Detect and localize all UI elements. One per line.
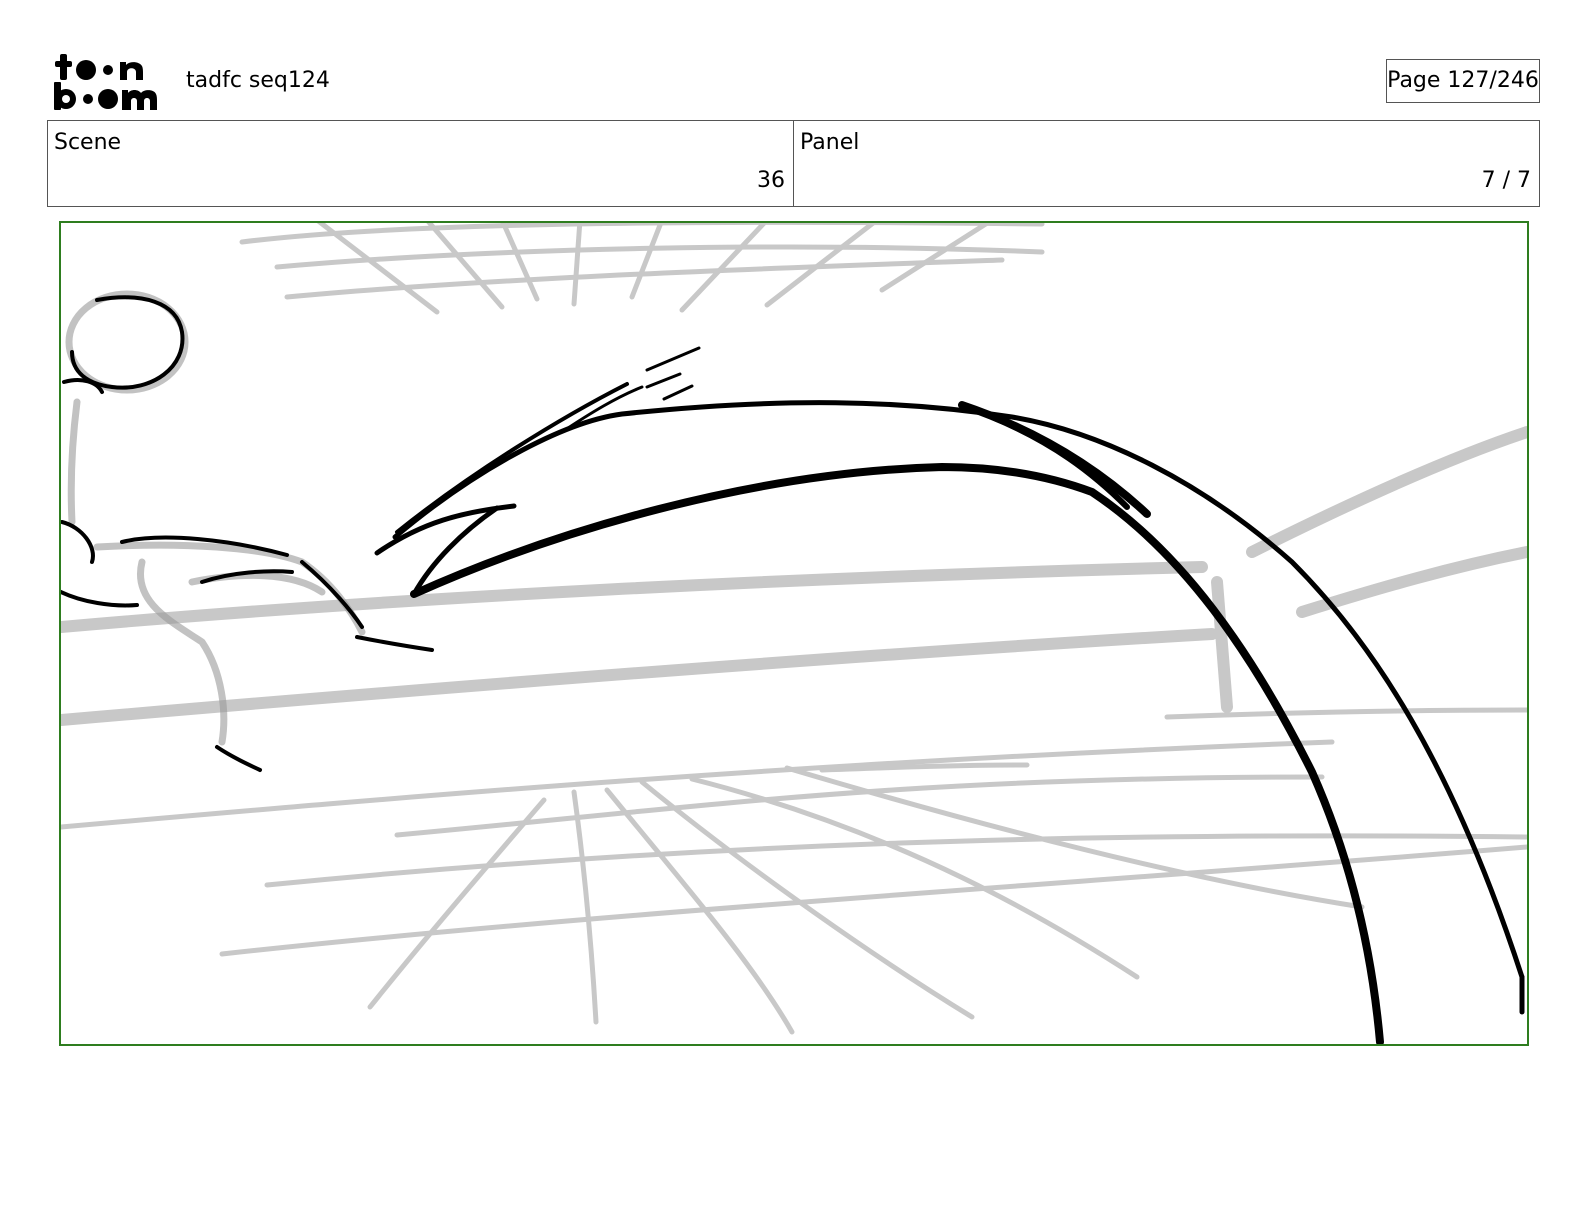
project-title: tadfc seq124 xyxy=(186,68,330,93)
page-indicator: Page 127/246 xyxy=(1386,59,1540,103)
scene-panel-table: Scene 36 Panel 7 / 7 xyxy=(47,120,1540,207)
panel-number: 7 / 7 xyxy=(1481,168,1531,193)
background-grid-top xyxy=(239,223,1045,315)
scene-label: Scene xyxy=(54,130,122,155)
storyboard-panel-frame xyxy=(59,221,1529,1046)
storyboard-sketch xyxy=(61,223,1527,1044)
scene-number: 36 xyxy=(757,168,785,193)
toon-boom-logo xyxy=(54,54,157,110)
panel-label: Panel xyxy=(800,130,860,155)
scene-cell: Scene 36 xyxy=(48,121,793,206)
motion-swoosh xyxy=(374,346,1525,1044)
panel-cell: Panel 7 / 7 xyxy=(793,121,1539,206)
